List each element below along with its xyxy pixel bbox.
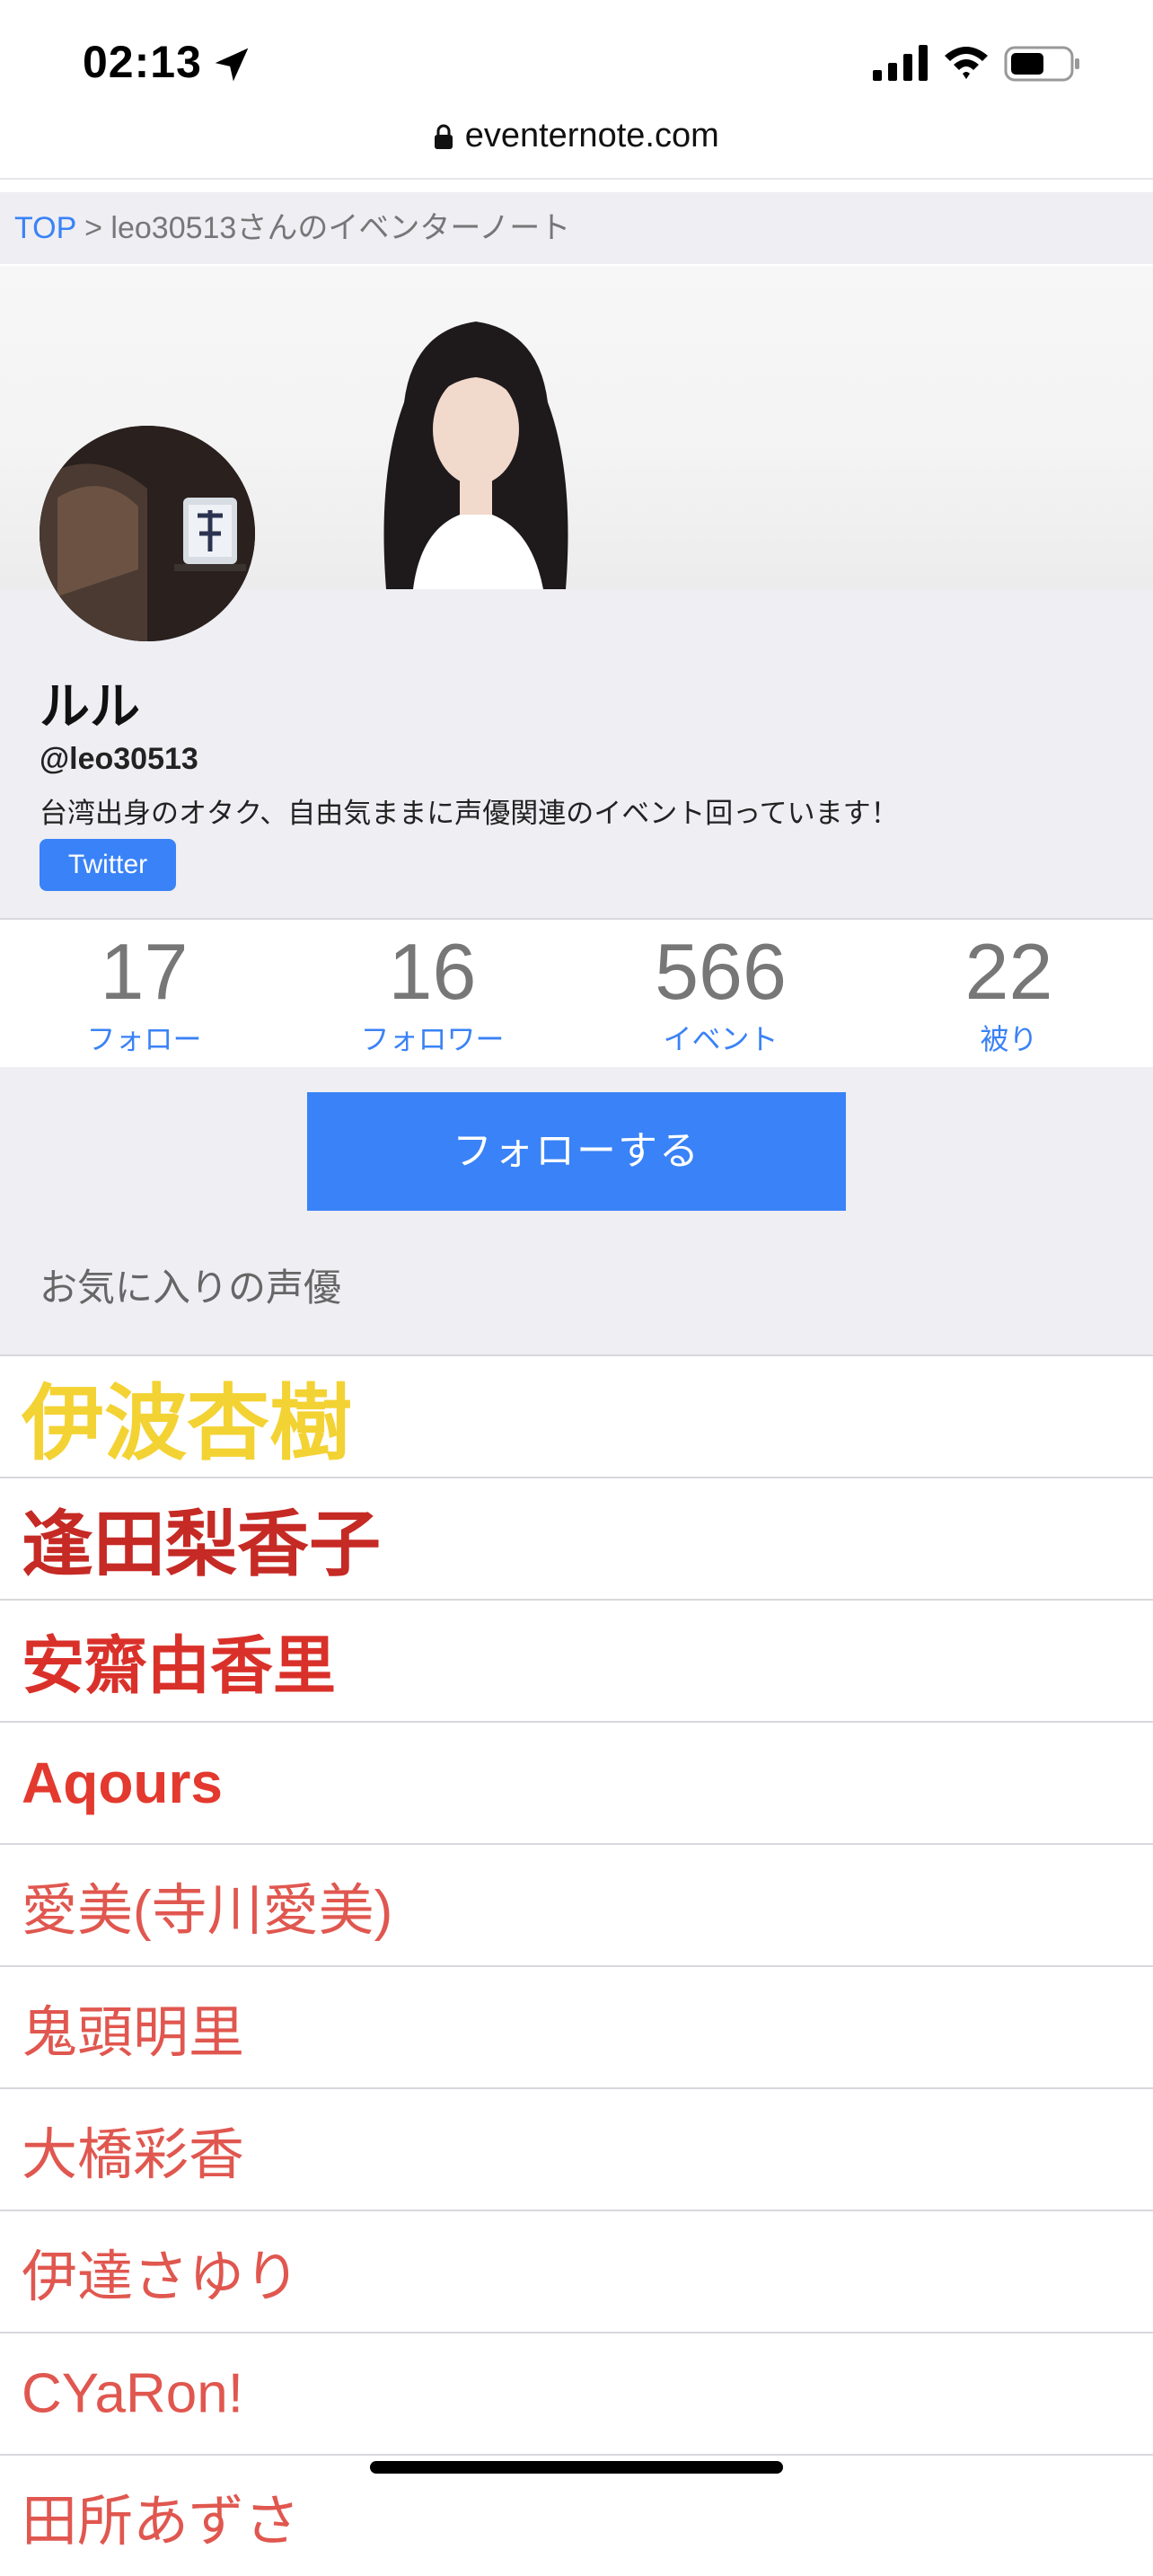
- favorite-item-name[interactable]: 愛美(寺川愛美): [22, 1865, 392, 1945]
- wifi-icon: [945, 47, 988, 79]
- address-bar-divider: [0, 178, 1153, 180]
- avatar: [40, 426, 255, 641]
- favorites-section-title: お気に入りの声優: [40, 1266, 342, 1309]
- favorite-item[interactable]: 愛美(寺川愛美): [0, 1843, 1153, 1965]
- favorite-item[interactable]: Aqours: [0, 1721, 1153, 1843]
- status-bar: 02:13 eventernote.com: [0, 0, 1153, 180]
- favorite-voice-actors-list: 伊波杏樹 逢田梨香子 安齋由香里 Aqours 愛美(寺川愛美) 鬼頭明里 大橋…: [0, 1354, 1153, 2576]
- home-indicator[interactable]: [370, 2461, 783, 2474]
- profile-stats: 17 フォロー 16 フォロワー 566 イベント 22 被り: [0, 918, 1153, 1069]
- breadcrumb-current: leo30513さんのイベンターノート: [110, 211, 571, 245]
- breadcrumb: TOP > leo30513さんのイベンターノート: [0, 192, 1153, 264]
- profile-bio: 台湾出身のオタク、自由気ままに声優関連のイベント回っています！: [40, 798, 899, 829]
- stat-events-count: 566: [655, 927, 787, 1016]
- favorite-item[interactable]: 鬼頭明里: [0, 1965, 1153, 2087]
- stat-follow-label[interactable]: フォロー: [0, 1017, 288, 1058]
- url-text: eventernote.com: [464, 117, 719, 154]
- twitter-button[interactable]: Twitter: [40, 839, 176, 891]
- profile-display-name: ルル: [40, 678, 140, 735]
- stat-followers-label[interactable]: フォロワー: [288, 1017, 576, 1058]
- stat-follow[interactable]: 17 フォロー: [0, 920, 288, 1067]
- favorite-item[interactable]: 大橋彩香: [0, 2087, 1153, 2210]
- favorite-item-name[interactable]: 逢田梨香子: [22, 1486, 381, 1591]
- stat-events[interactable]: 566 イベント: [576, 920, 865, 1067]
- favorite-item[interactable]: CYaRon!: [0, 2332, 1153, 2454]
- cover-portrait-image: [383, 322, 568, 589]
- breadcrumb-top-link[interactable]: TOP: [14, 211, 76, 245]
- favorite-item-name[interactable]: 大橋彩香: [22, 2109, 244, 2190]
- favorite-item[interactable]: 逢田梨香子: [0, 1477, 1153, 1599]
- stat-overlap-count: 22: [964, 927, 1053, 1016]
- favorite-item[interactable]: 伊達さゆり: [0, 2210, 1153, 2332]
- favorite-item-name[interactable]: Aqours: [22, 1750, 223, 1816]
- favorite-item-name[interactable]: CYaRon!: [22, 2362, 243, 2426]
- stat-overlap-label[interactable]: 被り: [865, 1017, 1153, 1058]
- follow-button[interactable]: フォローする: [307, 1092, 846, 1211]
- lock-icon: [435, 124, 453, 149]
- stat-followers[interactable]: 16 フォロワー: [288, 920, 576, 1067]
- location-arrow-icon: [215, 48, 249, 82]
- battery-icon: [1004, 46, 1079, 82]
- breadcrumb-separator: >: [75, 211, 111, 245]
- stat-follow-count: 17: [100, 927, 189, 1016]
- favorite-item-name[interactable]: 田所あずさ: [22, 2475, 300, 2556]
- favorite-item-name[interactable]: 伊波杏樹: [22, 1357, 352, 1477]
- avatar-photo: [40, 426, 255, 641]
- favorite-item-name[interactable]: 鬼頭明里: [22, 1987, 244, 2068]
- address-bar[interactable]: eventernote.com: [0, 117, 1153, 174]
- stat-overlap[interactable]: 22 被り: [865, 920, 1153, 1067]
- cellular-signal-icon: [873, 45, 928, 81]
- favorite-item-name[interactable]: 安齋由香里: [22, 1616, 336, 1707]
- profile-handle: @leo30513: [40, 742, 198, 776]
- favorite-item-name[interactable]: 伊達さゆり: [22, 2231, 300, 2312]
- follow-area: フォローする お気に入りの声優: [0, 1067, 1153, 1354]
- favorite-item[interactable]: 安齋由香里: [0, 1599, 1153, 1721]
- stat-events-label[interactable]: イベント: [576, 1017, 865, 1058]
- stat-followers-count: 16: [388, 927, 477, 1016]
- status-time: 02:13: [83, 37, 202, 87]
- favorite-item[interactable]: 伊波杏樹: [0, 1354, 1153, 1477]
